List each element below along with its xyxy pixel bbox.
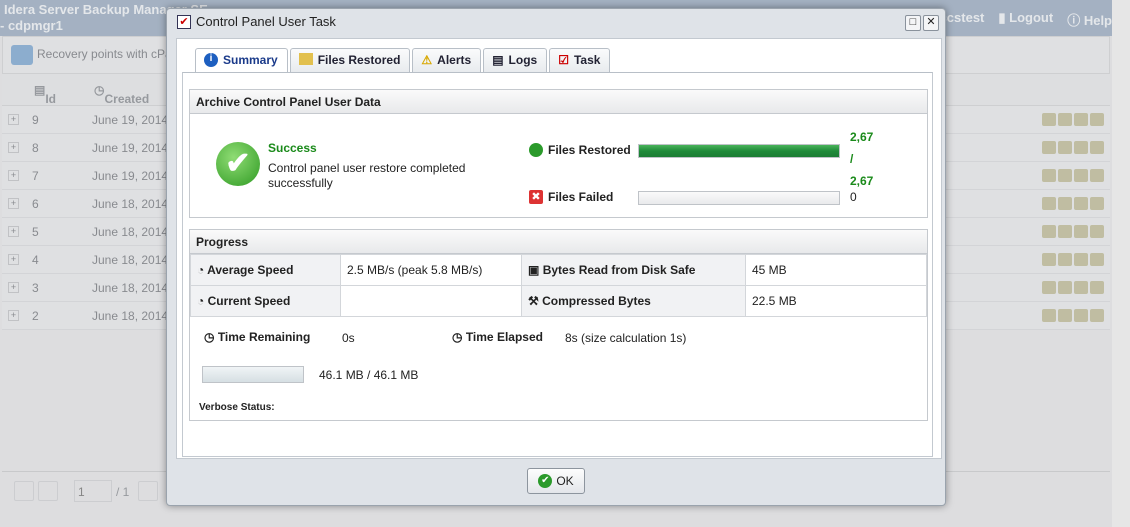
ok-button[interactable]: ✔ OK <box>527 468 585 494</box>
task-icon: ✔ <box>177 14 191 29</box>
ok-label: OK <box>556 474 574 488</box>
files-failed-count: 0 <box>850 190 857 204</box>
files-failed-bar <box>638 191 840 205</box>
maximize-button[interactable]: □ <box>905 15 921 31</box>
warning-icon: ⚠ <box>421 53 433 67</box>
tab-files-restored[interactable]: Files Restored <box>289 48 411 72</box>
restored-total: 2,67 <box>850 174 874 188</box>
progress-section: Progress ◔ Average Speed 2.5 MB/s (peak 5… <box>189 229 928 421</box>
close-button[interactable]: ✕ <box>923 15 939 31</box>
label: Average Speed <box>207 263 294 277</box>
folder-icon <box>298 53 313 65</box>
label: Current Speed <box>207 294 291 308</box>
time-remaining-value: 0s <box>342 331 355 345</box>
gauge-icon: ◔ <box>197 263 205 277</box>
compressed-label: ⚒ Compressed Bytes <box>521 285 746 317</box>
files-restored-count: 2,67 / 2,67 <box>850 126 873 192</box>
gauge-icon: ◔ <box>197 294 205 308</box>
tab-label: Summary <box>223 53 278 67</box>
task-icon: ☑ <box>558 53 569 67</box>
tab-label: Alerts <box>437 53 472 67</box>
success-icon: ✔ <box>216 142 260 186</box>
tab-label: Task <box>573 53 601 67</box>
status-text: Success <box>268 141 317 155</box>
restored-sep: / <box>850 152 854 166</box>
status-message: Control panel user restore completed suc… <box>268 161 466 190</box>
verbose-status-label: Verbose Status: <box>199 402 275 413</box>
check-icon: ✔ <box>538 474 553 488</box>
total-progress-text: 46.1 MB / 46.1 MB <box>319 368 419 382</box>
files-failed-label: Files Failed <box>548 190 614 204</box>
task-dialog: ✔ Control Panel User Task □ ✕ i Summary Fi… <box>166 8 946 506</box>
tab-logs[interactable]: ▤ Logs <box>483 48 548 72</box>
archive-heading: Archive Control Panel User Data <box>190 90 927 114</box>
bytes-read-label: ▣ Bytes Read from Disk Safe <box>521 254 746 286</box>
total-progress-bar <box>202 366 304 383</box>
compress-icon: ⚒ <box>528 294 539 308</box>
compressed-value: 22.5 MB <box>745 285 927 317</box>
restored-value: 2,67 <box>850 130 874 144</box>
files-restored-bar <box>638 144 840 158</box>
info-icon: i <box>204 53 218 67</box>
tab-label: Files Restored <box>317 53 401 67</box>
avg-speed-value: 2.5 MB/s (peak 5.8 MB/s) <box>340 254 522 286</box>
tab-task[interactable]: ☑ Task <box>549 48 611 72</box>
cur-speed-label: ◔ Current Speed <box>190 285 341 317</box>
files-restored-fill <box>639 145 839 157</box>
label: Time Remaining <box>217 330 311 344</box>
tab-summary[interactable]: i Summary <box>195 48 288 73</box>
files-restored-label: Files Restored <box>548 143 631 157</box>
cur-speed-value <box>340 285 522 317</box>
check-icon <box>529 143 543 157</box>
label: Compressed Bytes <box>542 294 651 308</box>
safe-icon: ▣ <box>528 263 540 277</box>
error-icon: ✖ <box>529 190 543 204</box>
time-remaining-label: ◷ Time Remaining <box>204 330 311 344</box>
time-elapsed-label: ◷ Time Elapsed <box>452 330 543 344</box>
label: Bytes Read from Disk Safe <box>542 263 696 277</box>
log-icon: ▤ <box>492 53 504 67</box>
archive-section: Archive Control Panel User Data ✔ Succes… <box>189 89 928 218</box>
summary-panel: Archive Control Panel User Data ✔ Succes… <box>182 72 933 457</box>
label: Time Elapsed <box>465 330 543 344</box>
tab-alerts[interactable]: ⚠ Alerts <box>412 48 482 72</box>
bytes-read-value: 45 MB <box>745 254 927 286</box>
dialog-title: Control Panel User Task <box>196 14 336 29</box>
time-elapsed-value: 8s (size calculation 1s) <box>565 331 687 345</box>
tab-label: Logs <box>508 53 538 67</box>
progress-heading: Progress <box>190 230 927 254</box>
avg-speed-label: ◔ Average Speed <box>190 254 341 286</box>
